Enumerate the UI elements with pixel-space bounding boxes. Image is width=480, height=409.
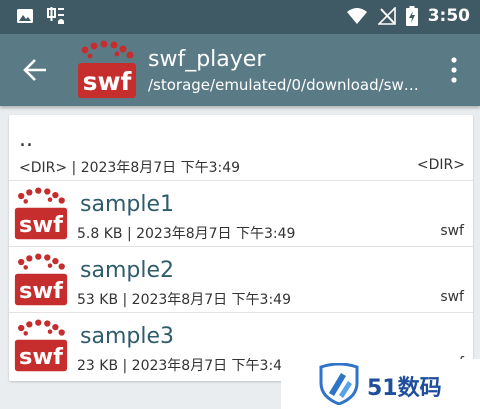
parent-directory-row[interactable]: .. <DIR> | 2023年8月7日 下午3:49 <DIR> [9,115,473,181]
file-icon-text: swf [19,344,63,370]
swf-logo-icon: swf [78,40,136,98]
app-notification-icon [47,7,64,24]
no-signal-icon [377,7,396,25]
watermark: 51数码 [281,359,480,409]
current-path: /storage/emulated/0/download/swf… [148,76,420,94]
status-time: 3:50 [427,6,470,26]
shield-logo-icon [319,363,359,405]
parent-directory-type: <DIR> [416,157,465,173]
file-row-sample1[interactable]: swf sample1 5.8 KB | 2023年8月7日 下午3:49 sw… [9,181,473,247]
swf-file-icon: swf [14,187,68,240]
back-arrow-icon[interactable] [22,56,50,84]
swf-file-icon: swf [14,253,68,306]
file-row-sample2[interactable]: swf sample2 53 KB | 2023年8月7日 下午3:49 swf [9,247,473,313]
wifi-icon [346,8,367,24]
parent-directory-name: .. [19,127,33,152]
file-name: sample1 [80,192,174,217]
file-icon-text: swf [19,278,63,304]
parent-directory-meta: <DIR> | 2023年8月7日 下午3:49 [19,160,241,176]
watermark-text: 51数码 [367,376,442,401]
file-type: swf [440,289,464,305]
file-meta: 23 KB | 2023年8月7日 下午3:49 [77,358,291,374]
status-right-icons: 3:50 [346,6,470,26]
status-left-icons [16,6,66,26]
app-bar: swf swf_player /storage/emulated/0/downl… [0,34,480,106]
battery-charging-icon [405,6,418,26]
swf-file-icon: swf [14,319,68,372]
overflow-menu-icon[interactable] [448,56,460,84]
file-icon-text: swf [19,212,63,238]
app-logo-text: swf [83,67,133,96]
image-icon [17,9,33,23]
file-meta: 5.8 KB | 2023年8月7日 下午3:49 [77,226,296,242]
file-type: swf [440,223,464,239]
file-meta: 53 KB | 2023年8月7日 下午3:49 [77,292,291,308]
file-name: sample2 [80,258,174,283]
app-title: swf_player [148,47,266,72]
file-list: .. <DIR> | 2023年8月7日 下午3:49 <DIR> swf sa… [9,115,473,381]
status-bar: 3:50 [0,0,480,34]
file-name: sample3 [80,324,174,349]
